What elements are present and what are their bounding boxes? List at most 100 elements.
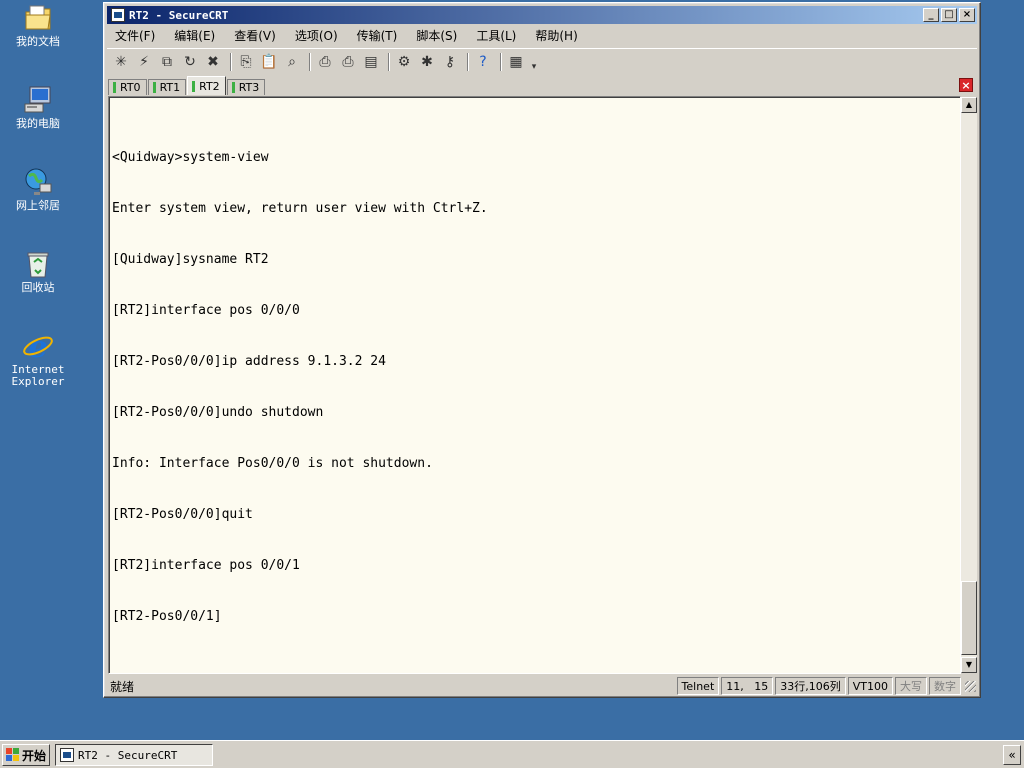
status-terminal-size: 33行,106列	[775, 677, 846, 695]
print-selection-icon[interactable]: ⎙	[338, 52, 358, 72]
title-bar[interactable]: RT2 - SecureCRT _ □ ×	[107, 6, 977, 24]
desktop-icon-network-places[interactable]: 网上邻居	[0, 166, 76, 212]
recycle-bin-icon	[22, 248, 54, 280]
taskbar: 开始 RT2 - SecureCRT «	[0, 740, 1024, 768]
toolbar: ✳ ⚡ ⧉ ↻ ✖ ⎘ 📋 ⌕ ⎙ ⎙ ▤ ⚙ ✱ ⚷ ? ▦ ▾	[107, 48, 977, 74]
terminal-line: [RT2-Pos0/0/0]quit	[112, 507, 253, 522]
terminal-line: [RT2]interface pos 0/0/0	[112, 303, 300, 318]
find-icon[interactable]: ⌕	[282, 52, 302, 72]
terminal-line: [RT2]interface pos 0/0/1	[112, 558, 300, 573]
desktop-icon-label: Explorer	[11, 375, 65, 388]
tab-rt0[interactable]: RT0	[108, 79, 147, 95]
terminal-output[interactable]: <Quidway>system-view Enter system view, …	[108, 96, 961, 674]
terminal-line: [Quidway]sysname RT2	[112, 252, 269, 267]
status-bar: 就绪 Telnet 11, 15 33行,106列 VT100 大写 数字	[107, 676, 977, 696]
tab-rt2[interactable]: RT2	[187, 76, 226, 95]
scroll-down-icon[interactable]: ▼	[961, 657, 977, 673]
menu-transfer[interactable]: 传输(T)	[357, 27, 398, 44]
desktop-icon-my-documents[interactable]: 我的文档	[0, 2, 76, 48]
desktop-icon-label: 我的文档	[16, 35, 60, 48]
session-options-icon[interactable]: ⚙	[394, 52, 414, 72]
status-num-lock: 数字	[929, 677, 961, 695]
tab-label: RT3	[238, 81, 260, 94]
resize-grip-icon[interactable]	[963, 679, 977, 693]
connected-indicator	[192, 80, 196, 92]
reconnect-icon[interactable]: ↻	[180, 52, 200, 72]
desktop-icon-internet-explorer[interactable]: e Internet Explorer	[0, 330, 76, 388]
desktop-icon-my-computer[interactable]: 我的电脑	[0, 84, 76, 130]
vertical-scrollbar[interactable]: ▲ ▼	[961, 97, 977, 673]
desktop-icon-label: 我的电脑	[16, 117, 60, 130]
window-title: RT2 - SecureCRT	[129, 8, 229, 22]
desktop-icon-label: 网上邻居	[16, 199, 60, 212]
terminal-line: <Quidway>system-view	[112, 150, 269, 165]
disconnect-icon[interactable]: ✖	[203, 52, 223, 72]
toolbar-separator	[500, 52, 502, 71]
maximize-button[interactable]: □	[941, 8, 957, 22]
menu-edit[interactable]: 编辑(E)	[174, 27, 215, 44]
toolbar-separator	[388, 52, 390, 71]
start-label: 开始	[22, 748, 47, 763]
connect-in-tab-icon[interactable]: ⧉	[157, 52, 177, 72]
session-tabs: RT0 RT1 RT2 RT3 ×	[108, 75, 977, 95]
terminal-line: [RT2-Pos0/0/1]	[112, 609, 222, 624]
terminal-line: Info: Interface Pos0/0/0 is not shutdown…	[112, 456, 433, 471]
tab-rt1[interactable]: RT1	[147, 79, 187, 95]
securecrt-window: RT2 - SecureCRT _ □ × 文件(F) 编辑(E) 查看(V) …	[103, 2, 981, 698]
connect-icon[interactable]: ✳	[111, 52, 131, 72]
print-screen-icon[interactable]: ▤	[361, 52, 381, 72]
sftp-icon[interactable]: ▦	[506, 52, 526, 72]
help-icon[interactable]: ?	[473, 52, 493, 72]
status-cursor-position: 11, 15	[721, 677, 774, 695]
menu-script[interactable]: 脚本(S)	[416, 27, 457, 44]
tab-label: RT1	[159, 81, 181, 94]
my-computer-icon	[22, 84, 54, 116]
svg-text:e: e	[28, 330, 47, 362]
menu-options[interactable]: 选项(O)	[295, 27, 338, 44]
taskbar-item-label: RT2 - SecureCRT	[78, 748, 178, 762]
scroll-up-icon[interactable]: ▲	[961, 97, 977, 113]
status-protocol: Telnet	[676, 677, 720, 695]
connected-indicator	[113, 82, 116, 93]
close-button[interactable]: ×	[959, 8, 975, 22]
connected-indicator	[152, 82, 156, 93]
copy-icon[interactable]: ⎘	[236, 52, 256, 72]
scrollbar-thumb[interactable]	[961, 581, 977, 655]
toolbar-separator	[467, 52, 469, 71]
taskbar-item-securecrt[interactable]: RT2 - SecureCRT	[55, 744, 213, 766]
menu-tools[interactable]: 工具(L)	[476, 27, 516, 44]
terminal-line: [RT2-Pos0/0/0]ip address 9.1.3.2 24	[112, 354, 386, 369]
terminal-line: [RT2-Pos0/0/0]undo shutdown	[112, 405, 324, 420]
global-options-icon[interactable]: ✱	[417, 52, 437, 72]
close-tab-icon[interactable]: ×	[959, 78, 973, 92]
quick-connect-icon[interactable]: ⚡	[134, 52, 154, 72]
status-emulation: VT100	[847, 677, 893, 695]
start-button[interactable]: 开始	[2, 744, 50, 766]
network-places-icon	[22, 166, 54, 198]
toolbar-separator	[309, 52, 311, 71]
menu-help[interactable]: 帮助(H)	[535, 27, 577, 44]
internet-explorer-icon: e	[22, 330, 54, 365]
status-caps-lock: 大写	[895, 677, 927, 695]
securecrt-app-icon[interactable]	[111, 8, 125, 22]
menu-view[interactable]: 查看(V)	[234, 27, 276, 44]
paste-icon[interactable]: 📋	[259, 52, 279, 72]
menu-file[interactable]: 文件(F)	[115, 27, 155, 44]
minimize-button[interactable]: _	[923, 8, 939, 22]
tab-label: RT0	[120, 81, 141, 94]
tab-label: RT2	[199, 79, 220, 93]
securecrt-app-icon	[60, 748, 74, 762]
connected-indicator	[231, 82, 235, 93]
desktop-icon-recycle-bin[interactable]: 回收站	[0, 248, 76, 294]
my-documents-icon	[22, 2, 54, 34]
keymap-icon[interactable]: ⚷	[440, 52, 460, 72]
menu-bar: 文件(F) 编辑(E) 查看(V) 选项(O) 传输(T) 脚本(S) 工具(L…	[107, 25, 977, 45]
terminal-line: Enter system view, return user view with…	[112, 201, 488, 216]
windows-logo-icon	[6, 748, 20, 762]
show-hidden-icons-button[interactable]: «	[1003, 745, 1021, 765]
print-icon[interactable]: ⎙	[315, 52, 335, 72]
toolbar-overflow-icon[interactable]: ▾	[529, 52, 539, 72]
tab-rt3[interactable]: RT3	[226, 79, 266, 95]
desktop-icon-label: 回收站	[21, 281, 55, 294]
status-ready: 就绪	[110, 679, 135, 694]
